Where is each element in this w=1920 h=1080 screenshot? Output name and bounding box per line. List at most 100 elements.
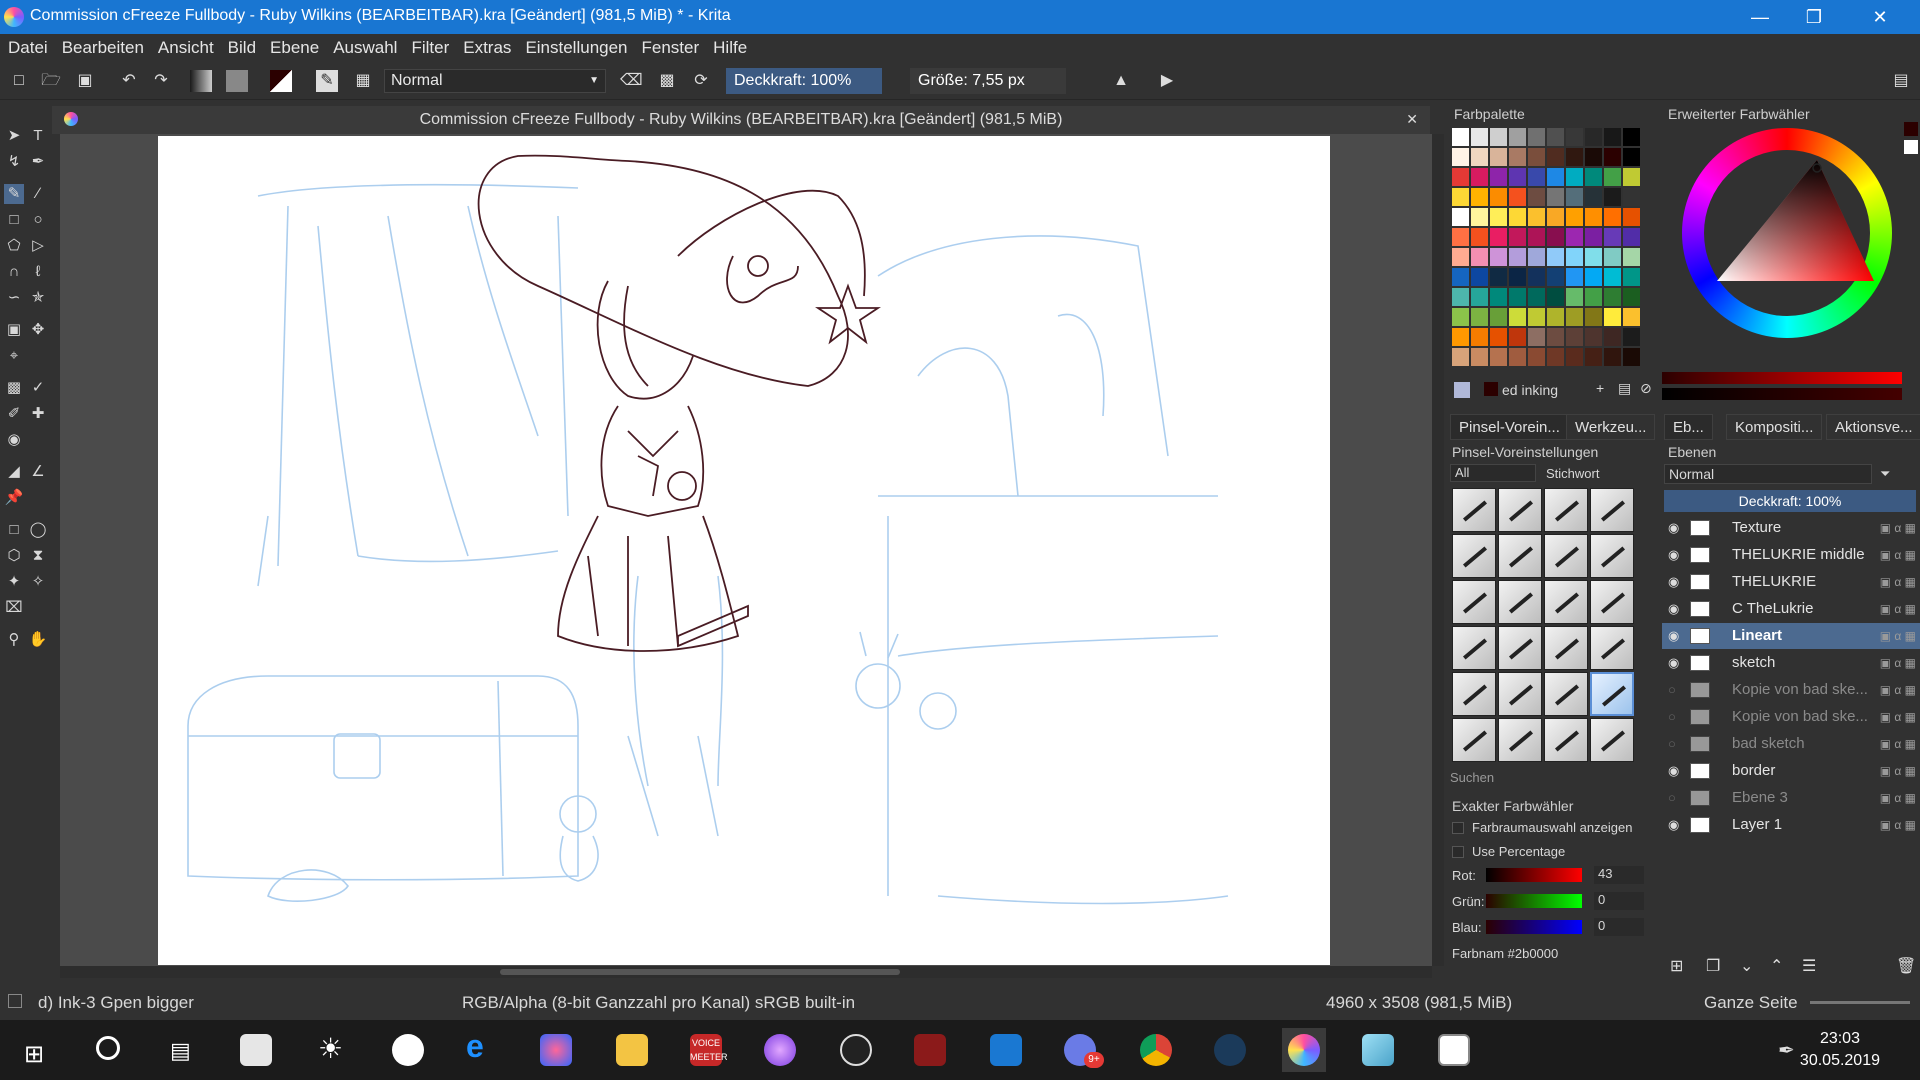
mirror-horizontal-icon[interactable]: ▲ <box>1110 70 1132 92</box>
palette-swatch[interactable] <box>1585 208 1602 226</box>
palette-swatch[interactable] <box>1585 168 1602 186</box>
palette-swatch[interactable] <box>1509 248 1526 266</box>
layer-properties-icon[interactable]: ☰ <box>1802 956 1816 976</box>
undo-icon[interactable]: ↶ <box>118 70 140 92</box>
minimize-button[interactable]: — <box>1730 0 1790 34</box>
palette-swatch[interactable] <box>1490 128 1507 146</box>
eye-visible-icon[interactable]: ◉ <box>1668 569 1684 595</box>
crop-tool-icon[interactable]: ⌖ <box>4 346 24 366</box>
eye-visible-icon[interactable]: ◉ <box>1668 515 1684 541</box>
brush-preset-item[interactable] <box>1498 488 1542 532</box>
red-slider[interactable] <box>1486 868 1582 882</box>
size-slider[interactable]: Größe: 7,55 px <box>910 68 1066 94</box>
palette-swatch[interactable] <box>1528 128 1545 146</box>
palette-swatch[interactable] <box>1490 148 1507 166</box>
brush-filter-select[interactable]: All <box>1450 464 1536 482</box>
close-button[interactable]: ✕ <box>1850 0 1910 34</box>
brush-preset-item[interactable] <box>1590 534 1634 578</box>
photos-app[interactable] <box>1432 1028 1476 1072</box>
layer-lock-alpha-icon[interactable]: ▣ α ▦ <box>1880 731 1916 757</box>
discord-app[interactable]: 9+ <box>1058 1028 1104 1072</box>
palette-swatch[interactable] <box>1585 128 1602 146</box>
palette-swatch[interactable] <box>1528 268 1545 286</box>
layer-lock-alpha-icon[interactable]: ▣ α ▦ <box>1880 623 1916 649</box>
background-color-swatch[interactable] <box>1904 140 1918 154</box>
eye-visible-icon[interactable]: ◉ <box>1668 596 1684 622</box>
palette-swatch[interactable] <box>1623 148 1640 166</box>
eye-visible-icon[interactable]: ◉ <box>1668 542 1684 568</box>
move-tool-icon[interactable]: ✥ <box>28 320 48 340</box>
layer-row[interactable]: ○ Kopie von bad ske... ▣ α ▦ <box>1662 704 1920 730</box>
polyline-tool-icon[interactable]: ▷ <box>28 236 48 256</box>
palette-swatch[interactable] <box>1490 268 1507 286</box>
zoom-slider[interactable] <box>1810 1001 1910 1004</box>
palette-swatch[interactable] <box>1509 268 1526 286</box>
palette-swatch[interactable] <box>1547 268 1564 286</box>
palette-swatch[interactable] <box>1471 128 1488 146</box>
palette-swatch[interactable] <box>1509 308 1526 326</box>
palette-swatch[interactable] <box>1566 328 1583 346</box>
blend-mode-select[interactable]: Normal ▼ <box>384 69 606 93</box>
line-tool-icon[interactable]: ∕ <box>28 184 48 204</box>
rectangle-tool-icon[interactable]: □ <box>4 210 24 230</box>
palette-swatch[interactable] <box>1490 248 1507 266</box>
task-view-button[interactable]: ▤ <box>158 1028 202 1072</box>
brush-preset-item[interactable] <box>1498 718 1542 762</box>
menu-ansicht[interactable]: Ansicht <box>150 34 220 62</box>
brush-preset-item[interactable] <box>1590 580 1634 624</box>
palette-swatch[interactable] <box>1623 268 1640 286</box>
cortana-button[interactable] <box>86 1028 130 1072</box>
palette-swatch[interactable] <box>1452 328 1469 346</box>
gradient-tool-icon[interactable]: ▩ <box>4 378 24 398</box>
palette-swatch[interactable] <box>1547 288 1564 306</box>
palette-swatch[interactable] <box>1471 148 1488 166</box>
palette-swatch[interactable] <box>1623 308 1640 326</box>
palette-swatch[interactable] <box>1452 128 1469 146</box>
add-layer-icon[interactable]: ⊞ <box>1670 956 1683 976</box>
assistant-tool-icon[interactable]: ◢ <box>4 462 24 482</box>
palette-swatch[interactable] <box>1471 348 1488 366</box>
move-layer-up-icon[interactable]: ⌃ <box>1770 956 1783 976</box>
palette-swatch[interactable] <box>1528 148 1545 166</box>
ellipse-tool-icon[interactable]: ○ <box>28 210 48 230</box>
palette-swatch[interactable] <box>1585 248 1602 266</box>
palette-swatch[interactable] <box>1509 128 1526 146</box>
palette-swatch[interactable] <box>1585 268 1602 286</box>
lightbulb-app[interactable] <box>758 1028 802 1072</box>
palette-swatch[interactable] <box>1604 268 1621 286</box>
freehand-select-icon[interactable]: ⧗ <box>28 546 48 566</box>
status-zoom-mode[interactable]: Ganze Seite <box>1704 993 1798 1013</box>
select-shapes-icon[interactable]: ➤ <box>4 126 24 146</box>
layer-lock-alpha-icon[interactable]: ▣ α ▦ <box>1880 542 1916 568</box>
save-icon[interactable]: ▣ <box>74 70 96 92</box>
eraser-icon[interactable]: ⌫ <box>620 70 643 92</box>
palette-swatch[interactable] <box>1528 208 1545 226</box>
palette-swatch[interactable] <box>1623 208 1640 226</box>
palette-swatch[interactable] <box>1528 328 1545 346</box>
edge-browser[interactable]: e <box>460 1028 504 1072</box>
palette-swatch[interactable] <box>1490 228 1507 246</box>
palette-swatch[interactable] <box>1471 248 1488 266</box>
brush-preset-item[interactable] <box>1452 718 1496 762</box>
brush-tag-select[interactable]: Stichwort <box>1546 466 1599 481</box>
brush-preset-item[interactable] <box>1544 488 1588 532</box>
palette-swatch[interactable] <box>1623 128 1640 146</box>
layer-row[interactable]: ◉ THELUKRIE middle ▣ α ▦ <box>1662 542 1920 568</box>
ellipse-select-icon[interactable]: ◯ <box>28 520 48 540</box>
rect-select-icon[interactable]: □ <box>4 520 24 540</box>
layer-lock-alpha-icon[interactable]: ▣ α ▦ <box>1880 785 1916 811</box>
eye-visible-icon[interactable]: ◉ <box>1668 758 1684 784</box>
tablet-app[interactable] <box>1356 1028 1400 1072</box>
color-name-field[interactable]: Farbnam #2b0000 <box>1452 946 1558 961</box>
pan-tool-icon[interactable]: ✋ <box>28 630 48 650</box>
document-tab[interactable]: Commission cFreeze Fullbody - Ruby Wilki… <box>52 106 1430 134</box>
layer-blend-select[interactable]: Normal <box>1664 464 1872 484</box>
palette-swatch[interactable] <box>1528 248 1545 266</box>
palette-swatch[interactable] <box>1566 168 1583 186</box>
palette-swatch[interactable] <box>1604 208 1621 226</box>
layer-lock-alpha-icon[interactable]: ▣ α ▦ <box>1880 812 1916 838</box>
brush-preset-item[interactable] <box>1452 626 1496 670</box>
palette-swatch[interactable] <box>1509 188 1526 206</box>
palette-swatch[interactable] <box>1585 288 1602 306</box>
freehand-brush-icon[interactable]: ✎ <box>4 184 24 204</box>
